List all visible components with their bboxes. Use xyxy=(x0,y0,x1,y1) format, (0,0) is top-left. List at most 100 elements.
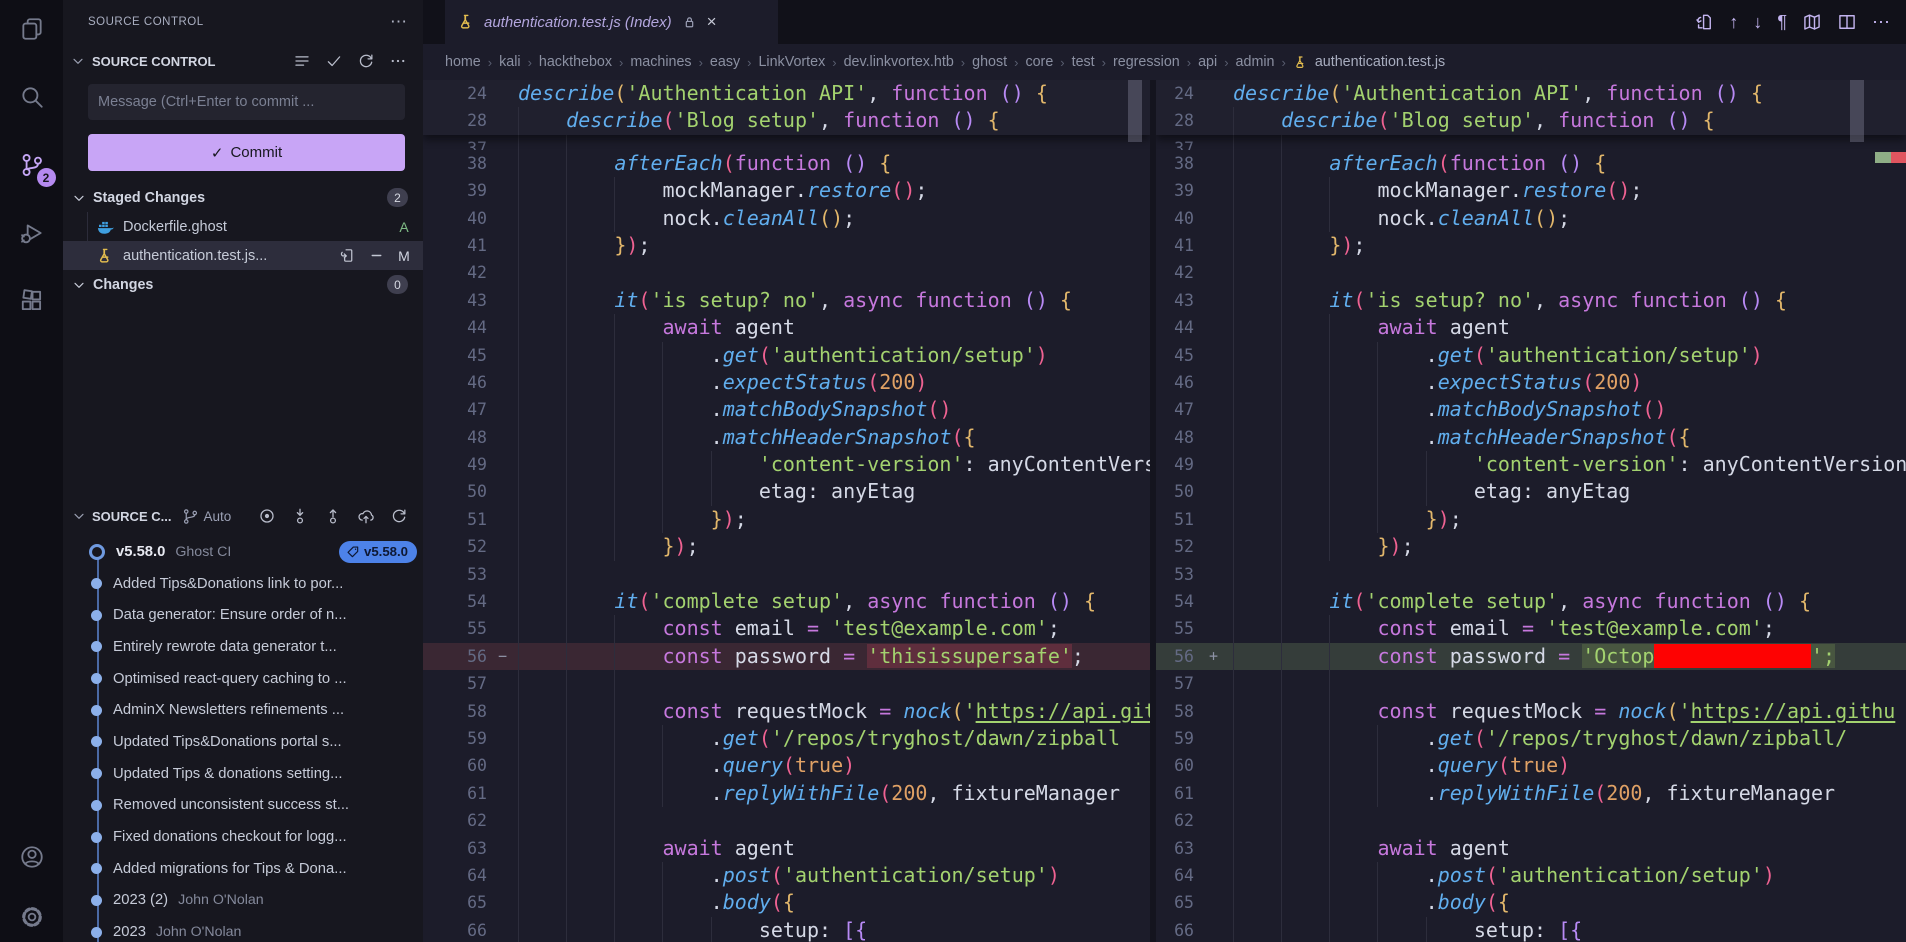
indent-guide xyxy=(1233,561,1234,588)
code-line: 39mockManager.restore(); xyxy=(423,177,1150,204)
activity-item-search[interactable] xyxy=(15,80,49,114)
indent-guide xyxy=(1329,205,1330,232)
file-row[interactable]: Dockerfile.ghostA xyxy=(63,212,423,241)
code-text: describe('Authentication API', function … xyxy=(518,80,1150,107)
commit-row[interactable]: Removed unconsistent success st... xyxy=(63,790,423,822)
indent-guide xyxy=(614,670,615,697)
arrow-up-icon[interactable]: ↑ xyxy=(1729,12,1738,33)
graph-branch-picker[interactable]: Auto xyxy=(182,508,231,525)
activity-item-account[interactable] xyxy=(15,840,49,874)
commit-row[interactable]: Data generator: Ensure order of n... xyxy=(63,599,423,631)
more-actions-icon[interactable]: ⋯ xyxy=(1872,12,1890,33)
indent-guide xyxy=(1426,917,1427,942)
indent-guide xyxy=(662,396,663,423)
commit-row[interactable]: Updated Tips&Donations portal s... xyxy=(63,726,423,758)
activity-item-extensions[interactable] xyxy=(15,284,49,318)
code-text: 'content-version': anyContentVersion, xyxy=(1233,451,1906,478)
goto-file-icon[interactable] xyxy=(339,247,356,264)
group-header-changes[interactable]: Changes0 xyxy=(63,270,423,299)
sidebar-more-icon[interactable]: ⋯ xyxy=(390,12,407,32)
indent-guide xyxy=(1233,396,1234,423)
file-row[interactable]: authentication.test.js...M xyxy=(63,241,423,270)
activity-item-source-control[interactable]: 2 xyxy=(15,148,49,182)
code-line: 54it('complete setup', async function ()… xyxy=(423,588,1150,615)
line-number: 28 xyxy=(1156,107,1194,134)
fetch-icon[interactable] xyxy=(291,507,309,525)
breadcrumb-item[interactable]: machines xyxy=(630,54,691,70)
push-icon[interactable] xyxy=(324,507,342,525)
scrollbar-right[interactable] xyxy=(1850,80,1864,142)
map-icon[interactable] xyxy=(1802,12,1822,32)
breadcrumb-item[interactable]: LinkVortex xyxy=(758,54,825,70)
target-icon[interactable] xyxy=(258,507,276,525)
arrow-down-icon[interactable]: ↓ xyxy=(1753,12,1762,33)
commit-button[interactable]: ✓ Commit xyxy=(88,134,405,171)
breadcrumb-item[interactable]: api xyxy=(1198,54,1217,70)
indent-guide xyxy=(566,780,567,807)
split-editor-icon[interactable] xyxy=(1837,12,1857,32)
activity-item-files[interactable] xyxy=(15,12,49,46)
indent-guide xyxy=(1281,177,1282,204)
indent-guide xyxy=(1329,725,1330,752)
chevron-down-icon[interactable] xyxy=(70,53,86,69)
group-header-staged-changes[interactable]: Staged Changes2 xyxy=(63,183,423,212)
more-icon[interactable] xyxy=(389,52,407,70)
file-status-A: A xyxy=(397,219,411,235)
breadcrumb-item[interactable]: authentication.test.js xyxy=(1315,54,1445,70)
indent-guide xyxy=(614,615,615,642)
group-label: Changes xyxy=(93,277,153,293)
breadcrumb-item[interactable]: home xyxy=(445,54,481,70)
commit-row[interactable]: Optimised react-query caching to ... xyxy=(63,663,423,695)
commit-row[interactable]: Added Tips&Donations link to por... xyxy=(63,568,423,600)
source-control-section-header[interactable]: SOURCE CONTROL xyxy=(63,44,423,78)
breadcrumb-item[interactable]: easy xyxy=(710,54,740,70)
breadcrumb-separator: › xyxy=(619,55,623,70)
indent-guide xyxy=(566,396,567,423)
chevron-down-icon[interactable] xyxy=(71,508,87,524)
commit-row[interactable]: 2023John O'Nolan xyxy=(63,916,423,942)
refresh-icon[interactable] xyxy=(390,507,408,525)
compare-changes-icon[interactable] xyxy=(1694,12,1714,32)
check-icon[interactable] xyxy=(325,52,343,70)
commit-row[interactable]: 2023 (2)John O'Nolan xyxy=(63,885,423,917)
commit-button-label: Commit xyxy=(230,144,282,161)
scrollbar-left[interactable] xyxy=(1128,80,1142,142)
breadcrumb-item[interactable]: test xyxy=(1072,54,1095,70)
tab-authentication-test[interactable]: authentication.test.js (Index) × xyxy=(445,0,778,44)
breadcrumb-item[interactable]: core xyxy=(1025,54,1053,70)
code-text: }); xyxy=(1233,232,1906,259)
activity-item-settings[interactable] xyxy=(15,900,49,934)
commit-row[interactable]: v5.58.0Ghost CIv5.58.0 xyxy=(63,536,423,568)
code-line: 53 xyxy=(423,561,1150,588)
breadcrumb-item[interactable]: admin xyxy=(1236,54,1275,70)
activity-item-run-debug[interactable] xyxy=(15,216,49,250)
commit-message-input[interactable] xyxy=(88,84,405,120)
diff-sign xyxy=(487,287,518,314)
code-line: 64.post('authentication/setup') xyxy=(423,862,1150,889)
indent-guide xyxy=(1233,752,1234,779)
breadcrumb-item[interactable]: ghost xyxy=(972,54,1007,70)
close-icon[interactable]: × xyxy=(707,12,717,32)
tag-badge[interactable]: v5.58.0 xyxy=(339,541,417,563)
breadcrumb-item[interactable]: kali xyxy=(499,54,520,70)
pilcrow-icon[interactable]: ¶ xyxy=(1777,12,1787,33)
breadcrumb-item[interactable]: hackthebox xyxy=(539,54,612,70)
commit-row[interactable]: Added migrations for Tips & Dona... xyxy=(63,853,423,885)
commit-node xyxy=(91,610,102,621)
code-line: 38afterEach(function () { xyxy=(1156,150,1906,177)
breadcrumb-item[interactable]: regression xyxy=(1113,54,1180,70)
code-text: .post('authentication/setup') xyxy=(518,862,1150,889)
commit-row[interactable]: Fixed donations checkout for logg... xyxy=(63,821,423,853)
refresh-icon[interactable] xyxy=(357,52,375,70)
cloud-upload-icon[interactable] xyxy=(357,507,375,525)
indent-guide xyxy=(566,259,567,286)
commit-row[interactable]: AdminX Newsletters refinements ... xyxy=(63,694,423,726)
breadcrumb-item[interactable]: dev.linkvortex.htb xyxy=(844,54,954,70)
commit-row[interactable]: Entirely rewrote data generator t... xyxy=(63,631,423,663)
unstage-minus-icon[interactable] xyxy=(368,247,385,264)
diff-sign xyxy=(487,533,518,560)
graph-section-header[interactable]: SOURCE C... Auto xyxy=(63,500,423,532)
view-list-icon[interactable] xyxy=(293,52,311,70)
breadcrumb-separator: › xyxy=(747,55,751,70)
commit-row[interactable]: Updated Tips & donations setting... xyxy=(63,758,423,790)
